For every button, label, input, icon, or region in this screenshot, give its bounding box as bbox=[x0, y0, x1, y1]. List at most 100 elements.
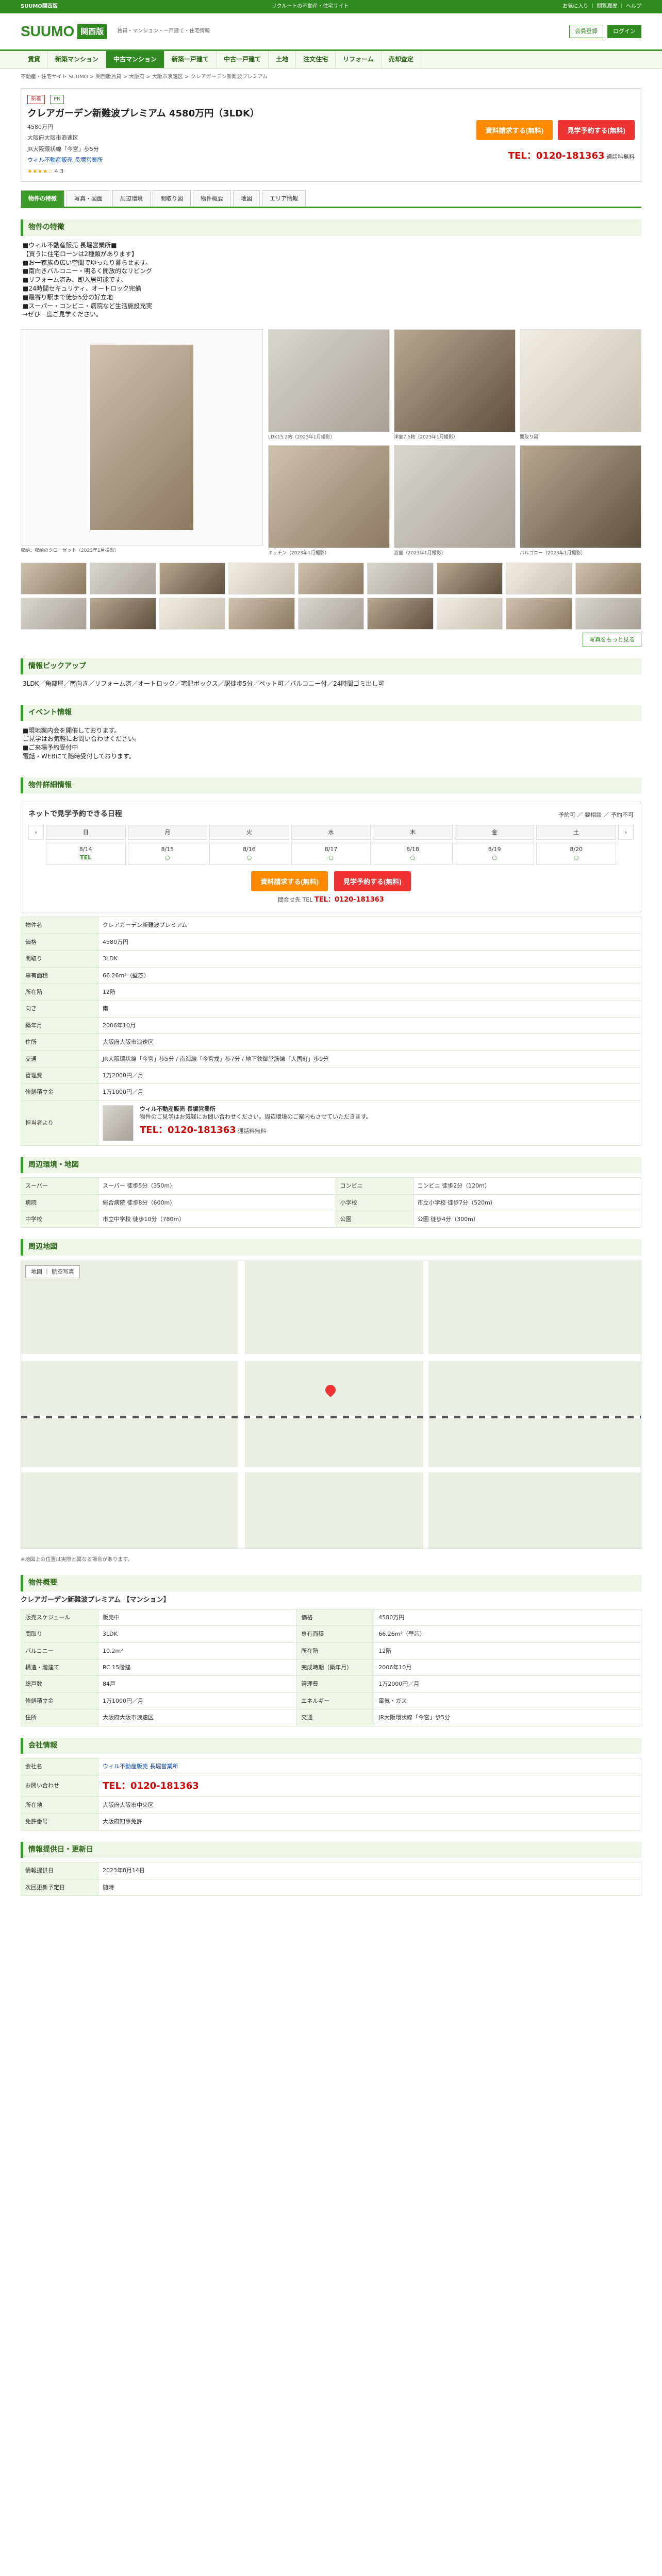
request-docs-button[interactable]: 資料請求する(無料) bbox=[251, 871, 328, 892]
table-row: スーパー スーパー 徒歩5分（350m） コンビニ コンビニ 徒歩2分（120m） bbox=[21, 1177, 642, 1195]
thumbnail-strip bbox=[21, 563, 641, 630]
nav-item-new-house[interactable]: 新築一戸建て bbox=[164, 51, 217, 68]
map-type-photo[interactable]: 航空写真 bbox=[52, 1268, 74, 1275]
agent-name: ウィル不動産販売 長堀営業所 bbox=[140, 1105, 216, 1112]
top-link-favorite[interactable]: お気に入り bbox=[562, 4, 588, 9]
row-label: 専有面積 bbox=[21, 967, 98, 984]
tab-overview[interactable]: 物件概要 bbox=[193, 190, 231, 207]
photo-thumb[interactable] bbox=[520, 329, 641, 433]
thumbnail[interactable] bbox=[159, 563, 226, 595]
company-table: 会社名 ウィル不動産販売 長堀営業所 お問い合わせ TEL：0120-181363 … bbox=[21, 1758, 641, 1831]
top-link-history[interactable]: 閲覧履歴 bbox=[597, 4, 618, 9]
thumbnail[interactable] bbox=[506, 598, 572, 630]
thumbnail[interactable] bbox=[367, 563, 434, 595]
thumbnail[interactable] bbox=[90, 563, 156, 595]
legend-consult: 要相談 bbox=[585, 811, 602, 818]
tab-surroundings[interactable]: 周辺環境 bbox=[112, 190, 151, 207]
calendar-date-label: 8/17 bbox=[324, 846, 338, 853]
phone-number[interactable]: TEL：0120-181363 bbox=[103, 1781, 199, 1791]
calendar-availability: TEL bbox=[80, 854, 92, 861]
surroundings-table: スーパー スーパー 徒歩5分（350m） コンビニ コンビニ 徒歩2分（120m） 病… bbox=[21, 1177, 642, 1228]
map-heading: 周辺地図 bbox=[21, 1239, 641, 1256]
features-text: ■ウィル不動産販売 長堀営業所■ 【買うに住宅ローンは2種類があります】 ■お一… bbox=[23, 241, 153, 318]
request-docs-button[interactable]: 資料請求する(無料) bbox=[476, 120, 553, 140]
table-row: 情報提供日 2023年8月14日 bbox=[21, 1862, 641, 1879]
thumbnail[interactable] bbox=[297, 598, 365, 630]
map-road bbox=[21, 1467, 641, 1473]
row-label: バルコニー bbox=[21, 1642, 98, 1660]
photo-thumb[interactable] bbox=[394, 445, 516, 548]
page-title: クレアガーデン新難波プレミアム 4580万円（3LDK） bbox=[27, 108, 259, 119]
tab-floorplan[interactable]: 間取り図 bbox=[153, 190, 191, 207]
nav-item-used-mansion[interactable]: 中古マンション bbox=[106, 51, 165, 68]
nav-item-sell[interactable]: 売却査定 bbox=[382, 51, 421, 68]
nav-item-land[interactable]: 土地 bbox=[269, 51, 296, 68]
tab-map[interactable]: 地図 bbox=[233, 190, 260, 207]
top-brand: SUUMO関西版 bbox=[21, 4, 58, 9]
row-label: 価格 bbox=[21, 933, 98, 951]
thumbnail[interactable] bbox=[436, 563, 503, 595]
photo-thumb[interactable] bbox=[520, 445, 641, 548]
row-label: 築年月 bbox=[21, 1016, 98, 1035]
calendar-date-label: 8/20 bbox=[570, 846, 583, 853]
tab-features[interactable]: 物件の特徴 bbox=[21, 190, 64, 207]
tab-photos[interactable]: 写真・図面 bbox=[67, 190, 110, 207]
thumbnail[interactable] bbox=[228, 598, 295, 630]
thumbnail[interactable] bbox=[436, 598, 503, 630]
nav-item-custom-home[interactable]: 注文住宅 bbox=[296, 51, 336, 68]
map-type-control[interactable]: 地図 ｜ 航空写真 bbox=[25, 1265, 80, 1279]
nav-item-rent[interactable]: 賃貸 bbox=[21, 51, 48, 68]
calendar-next-button[interactable]: › bbox=[618, 825, 634, 840]
calendar-date[interactable]: 8/19 ○ bbox=[454, 842, 535, 866]
map-pin-icon[interactable] bbox=[323, 1382, 338, 1398]
tab-area[interactable]: エリア情報 bbox=[262, 190, 306, 207]
thumbnail[interactable] bbox=[90, 598, 156, 630]
calendar-date[interactable]: 8/15 ○ bbox=[127, 842, 208, 866]
area-map[interactable]: 地図 ｜ 航空写真 bbox=[21, 1261, 641, 1550]
calendar-date[interactable]: 8/18 ○ bbox=[373, 842, 453, 866]
visit-reserve-button[interactable]: 見学予約する(無料) bbox=[334, 871, 411, 892]
thumbnail[interactable] bbox=[575, 598, 641, 630]
photo-caption: バルコニー（2023年1月撮影） bbox=[520, 550, 586, 556]
register-button[interactable]: 会員登録 bbox=[569, 25, 603, 38]
suumo-logo[interactable]: SUUMO 関西版 bbox=[21, 21, 107, 41]
thumbnail[interactable] bbox=[228, 563, 295, 595]
thumbnail[interactable] bbox=[506, 563, 572, 595]
phone-number[interactable]: TEL：0120-181363 bbox=[140, 1125, 236, 1136]
calendar-date[interactable]: 8/16 ○ bbox=[209, 842, 289, 866]
table-row: 管理費 1万2000円／月 bbox=[21, 1066, 641, 1084]
company-link[interactable]: ウィル不動産販売 長堀営業所 bbox=[27, 157, 103, 163]
main-photo[interactable] bbox=[21, 329, 263, 546]
calendar-date[interactable]: 8/14 TEL bbox=[46, 842, 126, 866]
thumbnail[interactable] bbox=[367, 598, 434, 630]
calendar-prev-button[interactable]: ‹ bbox=[28, 825, 44, 840]
calendar-date[interactable]: 8/17 ○ bbox=[291, 842, 371, 866]
nav-item-new-mansion[interactable]: 新築マンション bbox=[48, 51, 107, 68]
row-value: 84戸 bbox=[97, 1675, 297, 1693]
phone-number[interactable]: TEL：0120-181363 bbox=[508, 150, 605, 161]
overview-table: 販売スケジュール 販売中 価格 4580万円 間取り 3LDK 専有面積 66.26m²（壁… bbox=[21, 1608, 641, 1726]
nav-item-reform[interactable]: リフォーム bbox=[336, 51, 382, 68]
thumbnail[interactable] bbox=[159, 598, 226, 630]
photo-thumb[interactable] bbox=[394, 329, 516, 433]
top-link-help[interactable]: ヘルプ bbox=[626, 4, 641, 9]
thumbnail[interactable] bbox=[21, 598, 87, 630]
map-type-map[interactable]: 地図 bbox=[31, 1268, 42, 1275]
thumbnail[interactable] bbox=[297, 563, 365, 595]
event-heading: イベント情報 bbox=[21, 705, 641, 721]
row-label: 管理費 bbox=[296, 1675, 375, 1693]
photo-thumb[interactable] bbox=[268, 329, 390, 433]
calendar-date[interactable]: 8/20 ○ bbox=[536, 842, 616, 866]
breadcrumb[interactable]: 不動産・住宅サイト SUUMO > 関西版賃貸 > 大阪府 > 大阪市浪速区 >… bbox=[21, 69, 641, 86]
table-row: 所在階 12階 bbox=[21, 983, 641, 1001]
company-name-link[interactable]: ウィル不動産販売 長堀営業所 bbox=[103, 1763, 178, 1770]
row-label: 小学校 bbox=[335, 1194, 413, 1212]
login-button[interactable]: ログイン bbox=[607, 25, 641, 38]
thumbnail[interactable] bbox=[21, 563, 87, 595]
photo-thumb[interactable] bbox=[268, 445, 390, 548]
more-photos-link[interactable]: 写真をもっと見る bbox=[583, 633, 641, 647]
nav-item-used-house[interactable]: 中古一戸建て bbox=[217, 51, 269, 68]
thumbnail[interactable] bbox=[575, 563, 641, 595]
visit-reserve-button[interactable]: 見学予約する(無料) bbox=[558, 120, 635, 140]
phone-number[interactable]: TEL：0120-181363 bbox=[315, 896, 384, 904]
